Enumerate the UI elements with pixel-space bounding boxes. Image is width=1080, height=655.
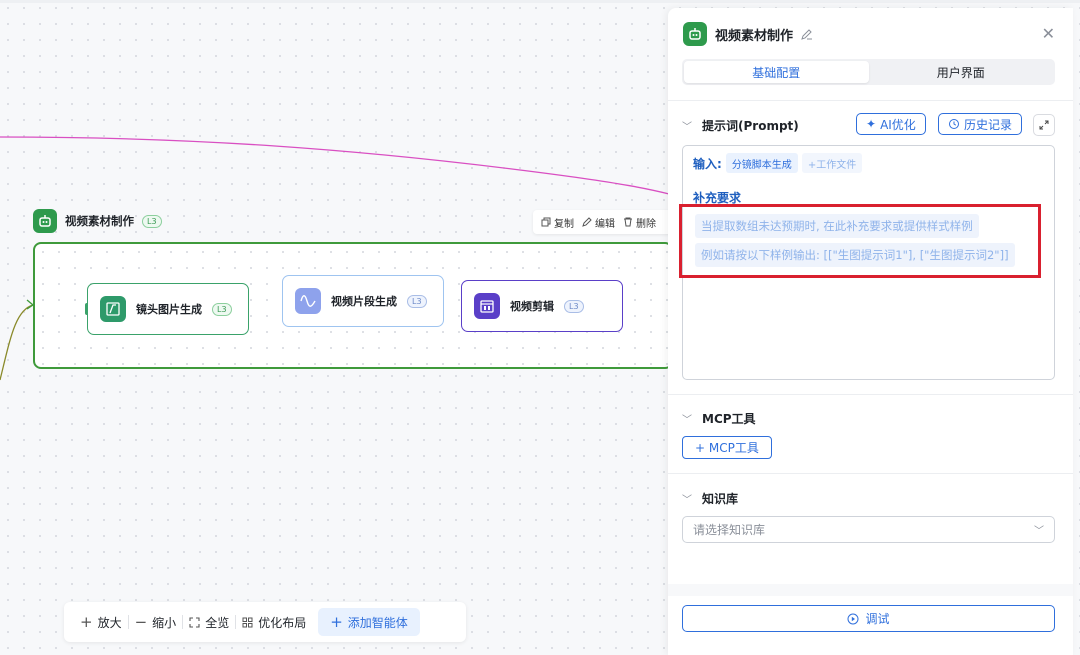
ai-optimize-button[interactable]: ✦ AI优化 <box>856 113 926 135</box>
history-icon <box>949 119 959 129</box>
history-button[interactable]: 历史记录 <box>938 113 1023 135</box>
expand-button[interactable] <box>1033 114 1055 136</box>
plus-icon: + <box>330 613 343 631</box>
level-badge: L3 <box>407 294 427 308</box>
minus-icon: − <box>134 613 148 631</box>
copy-label: 复制 <box>554 218 574 230</box>
optimize-layout-button[interactable]: 优化布局 <box>236 608 312 636</box>
copy-icon <box>541 217 551 227</box>
grid-icon <box>242 617 253 627</box>
waveform-icon <box>295 288 321 314</box>
add-agent-label: 添加智能体 <box>347 615 408 630</box>
history-label: 历史记录 <box>964 117 1013 132</box>
mcp-section-header[interactable]: ﹀ MCP工具 <box>682 410 756 427</box>
level-badge: L3 <box>564 299 584 313</box>
group-title: 视频素材制作 <box>65 214 134 228</box>
node-shot-image-generation[interactable]: 镜头图片生成 L3 <box>87 283 249 335</box>
delete-button[interactable]: 删除 <box>623 215 656 230</box>
edit-title-icon[interactable] <box>801 28 813 40</box>
delete-label: 删除 <box>636 218 656 230</box>
prompt-heading: 提示词(Prompt) <box>702 119 799 133</box>
chevron-down-icon: ﹀ <box>682 122 692 133</box>
add-work-file-tag[interactable]: +工作文件 <box>801 153 863 173</box>
fit-view-label: 全览 <box>205 615 230 630</box>
plus-icon: + <box>80 613 93 631</box>
optimize-layout-label: 优化布局 <box>258 615 307 630</box>
panel-title: 视频素材制作 <box>715 28 794 44</box>
knowledge-placeholder: 请选择知识库 <box>693 523 766 537</box>
chevron-down-icon: ﹀ <box>682 495 692 506</box>
panel-header: 视频素材制作 <box>683 22 813 46</box>
knowledge-select[interactable]: 请选择知识库 ﹀ <box>682 516 1055 543</box>
node-video-editing[interactable]: 视频剪辑 L3 <box>461 280 623 332</box>
canvas-toolbar: + 放大 − 缩小 全览 优化布局 + 添加智能体 <box>64 602 466 642</box>
input-label: 输入: <box>693 156 722 171</box>
divider <box>668 394 1073 395</box>
trash-icon <box>624 217 632 227</box>
node-title: 镜头图片生成 <box>136 303 202 316</box>
node-title: 视频片段生成 <box>331 295 397 308</box>
edge-pink <box>0 136 701 201</box>
node-title: 视频剪辑 <box>510 300 554 313</box>
fit-view-button[interactable]: 全览 <box>183 608 235 636</box>
sparkle-icon: ✦ <box>866 117 877 131</box>
node-video-clip-generation[interactable]: 视频片段生成 L3 <box>282 275 444 327</box>
image-edit-icon <box>100 296 126 322</box>
robot-icon <box>683 22 707 46</box>
add-mcp-tool-button[interactable]: + MCP工具 <box>682 436 772 459</box>
pencil-icon <box>582 217 592 227</box>
knowledge-section-header[interactable]: ﹀ 知识库 <box>682 490 738 507</box>
play-circle-icon <box>847 613 859 624</box>
panel-tabs: 基础配置 用户界面 <box>682 59 1055 85</box>
video-edit-icon <box>474 293 500 319</box>
highlight-annotation-box <box>679 204 1041 278</box>
divider <box>668 473 1073 474</box>
tab-basic-config[interactable]: 基础配置 <box>684 61 869 83</box>
level-badge: L3 <box>142 214 162 228</box>
chevron-down-icon: ﹀ <box>1034 526 1044 537</box>
chevron-down-icon: ﹀ <box>682 415 692 426</box>
copy-button[interactable]: 复制 <box>541 215 574 230</box>
group-header[interactable]: 视频素材制作 L3 <box>33 208 162 234</box>
edit-label: 编辑 <box>595 218 615 230</box>
edit-button[interactable]: 编辑 <box>582 215 615 230</box>
zoom-in-label: 放大 <box>97 615 122 630</box>
ai-optimize-label: AI优化 <box>880 117 916 132</box>
input-row: 输入: 分镜脚本生成 +工作文件 <box>693 153 863 173</box>
zoom-out-button[interactable]: − 缩小 <box>129 608 183 636</box>
robot-icon <box>33 209 57 233</box>
add-agent-button[interactable]: + 添加智能体 <box>318 608 420 636</box>
expand-icon <box>1039 120 1049 130</box>
fullscreen-icon <box>189 616 200 628</box>
divider <box>668 100 1073 101</box>
debug-label: 调试 <box>865 612 890 626</box>
zoom-in-button[interactable]: + 放大 <box>74 608 128 636</box>
debug-button[interactable]: 调试 <box>682 605 1055 632</box>
knowledge-heading: 知识库 <box>702 492 739 506</box>
zoom-out-label: 缩小 <box>152 615 177 630</box>
group-actions: 复制 编辑 删除 <box>533 210 673 234</box>
footer-separator <box>668 584 1073 596</box>
prompt-section-header[interactable]: ﹀ 提示词(Prompt) <box>682 117 799 134</box>
close-icon[interactable]: ✕ <box>1042 26 1055 42</box>
tab-user-interface[interactable]: 用户界面 <box>869 61 1054 83</box>
mcp-heading: MCP工具 <box>702 412 756 426</box>
level-badge: L3 <box>212 302 232 316</box>
config-panel: 视频素材制作 ✕ 基础配置 用户界面 ﹀ 提示词(Prompt) ✦ AI优化 … <box>668 8 1073 655</box>
edge-olive <box>0 304 34 381</box>
input-tag[interactable]: 分镜脚本生成 <box>725 153 798 173</box>
